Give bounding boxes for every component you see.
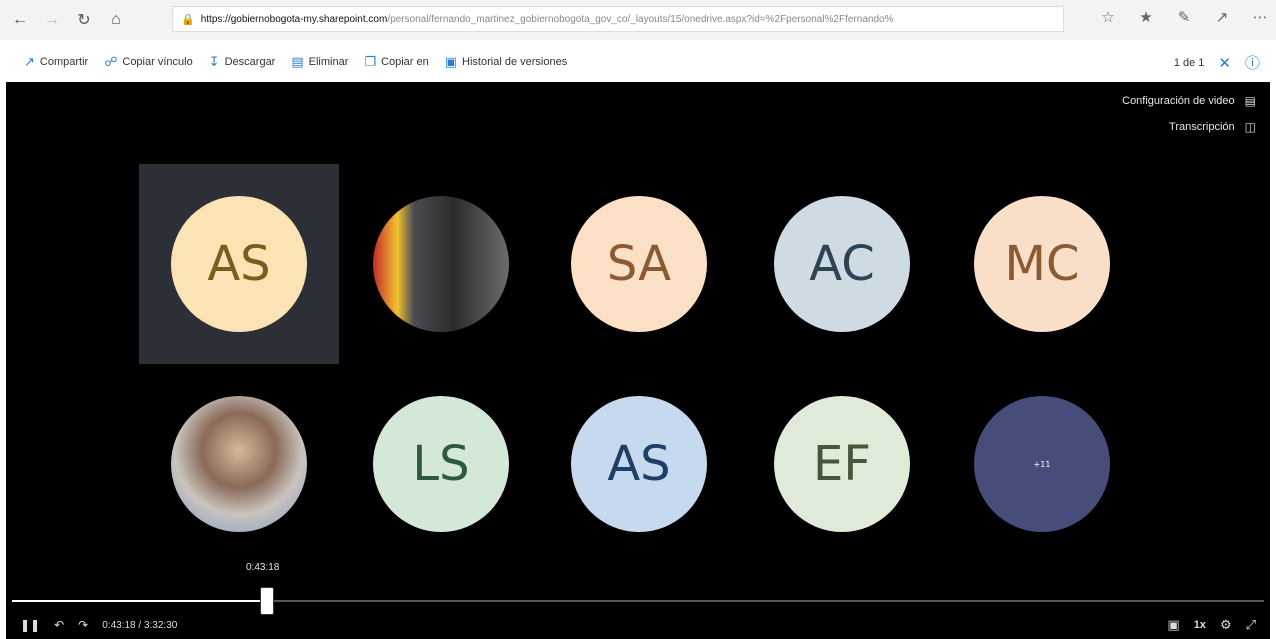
- participant-tile: AC: [774, 196, 910, 332]
- video-player[interactable]: Configuración de video ▤ Transcripción ◫…: [6, 82, 1270, 639]
- participant-avatar: AS: [171, 196, 307, 332]
- seek-tooltip: 0:43:18: [246, 562, 280, 573]
- rewind-icon[interactable]: ↶: [54, 618, 64, 632]
- speed-button[interactable]: 1x: [1194, 619, 1206, 631]
- participant-avatar: EF: [774, 396, 910, 532]
- url-domain: https://gobiernobogota-my.sharepoint.com: [200, 13, 388, 25]
- lock-icon: 🔒: [181, 13, 195, 26]
- copy-link-button[interactable]: ☍ Copiar vínculo: [104, 54, 193, 70]
- participant-photo: [171, 396, 307, 532]
- favorites-icon[interactable]: ★: [1136, 8, 1156, 26]
- copy-to-button[interactable]: ❐ Copiar en: [364, 54, 428, 70]
- browser-actions: ☆ ★ ✎ ↗ ⋯: [1098, 8, 1270, 26]
- home-icon[interactable]: ⌂: [104, 8, 128, 32]
- gear-icon[interactable]: ⚙: [1220, 617, 1232, 633]
- layout-icon: ▤: [1244, 94, 1256, 108]
- favorite-star-icon[interactable]: ☆: [1098, 8, 1118, 26]
- url-path: /personal/fernando_martinez_gobiernobogo…: [387, 13, 894, 25]
- playback-controls: ❚❚ ↶ ↷ 0:43:18 / 3:32:30: [20, 618, 177, 632]
- participant-photo: [373, 196, 509, 332]
- progress-fill: [12, 600, 268, 602]
- participant-tile: MC: [974, 196, 1110, 332]
- back-icon[interactable]: ←: [8, 8, 32, 32]
- participant-avatar: +11: [974, 396, 1110, 532]
- participant-tile: EF: [774, 396, 910, 532]
- time-display: 0:43:18 / 3:32:30: [102, 619, 178, 631]
- viewer-actions: 1 de 1 ✕ ⓘ: [1174, 52, 1260, 73]
- participant-tile: AS: [571, 396, 707, 532]
- forward-icon[interactable]: →: [40, 8, 64, 32]
- transcript-button[interactable]: Transcripción ◫: [1169, 120, 1256, 134]
- progress-handle[interactable]: [260, 587, 275, 615]
- participant-tile: [373, 196, 509, 332]
- page-count: 1 de 1: [1173, 56, 1205, 69]
- captions-icon[interactable]: ▣: [1167, 617, 1179, 633]
- progress-bar[interactable]: [12, 600, 1264, 602]
- download-button[interactable]: ↧ Descargar: [209, 54, 276, 70]
- video-options: Configuración de video ▤ Transcripción ◫: [1122, 94, 1256, 134]
- fullscreen-icon[interactable]: ⤢: [1246, 617, 1256, 633]
- link-icon: ☍: [104, 54, 118, 69]
- participant-tile: [171, 396, 307, 532]
- copy-icon: ❐: [364, 54, 377, 69]
- share-button[interactable]: ↗ Compartir: [24, 54, 88, 70]
- transcript-icon: ◫: [1244, 120, 1256, 134]
- participant-tile: LS: [373, 396, 509, 532]
- refresh-icon[interactable]: ↻: [72, 8, 96, 32]
- trash-icon: ▤: [291, 54, 304, 69]
- pause-icon[interactable]: ❚❚: [20, 618, 40, 632]
- delete-button[interactable]: ▤ Eliminar: [291, 54, 348, 70]
- forward-skip-icon[interactable]: ↷: [78, 618, 88, 632]
- participant-avatar: MC: [974, 196, 1110, 332]
- player-settings: ▣ 1x ⚙ ⤢: [1167, 617, 1256, 633]
- file-toolbar: ↗ Compartir ☍ Copiar vínculo ↧ Descargar…: [0, 44, 1276, 80]
- share-icon: ↗: [24, 54, 35, 69]
- address-bar[interactable]: 🔒 https://gobiernobogota-my.sharepoint.c…: [172, 6, 1064, 32]
- more-icon[interactable]: ⋯: [1250, 8, 1270, 26]
- video-settings-button[interactable]: Configuración de video ▤: [1122, 94, 1256, 108]
- participant-tile: +11: [974, 396, 1110, 532]
- participant-avatar: AC: [774, 196, 910, 332]
- version-history-button[interactable]: ▣ Historial de versiones: [445, 54, 567, 70]
- participant-avatar: LS: [373, 396, 509, 532]
- participant-tile: AS: [171, 196, 307, 332]
- participant-avatar: SA: [571, 196, 707, 332]
- share-page-icon[interactable]: ↗: [1212, 8, 1232, 26]
- participant-tile: SA: [571, 196, 707, 332]
- pen-icon[interactable]: ✎: [1174, 8, 1194, 26]
- close-icon[interactable]: ✕: [1218, 54, 1231, 72]
- participant-avatar: AS: [571, 396, 707, 532]
- info-icon[interactable]: ⓘ: [1245, 52, 1260, 73]
- download-icon: ↧: [208, 54, 220, 69]
- history-icon: ▣: [444, 54, 458, 69]
